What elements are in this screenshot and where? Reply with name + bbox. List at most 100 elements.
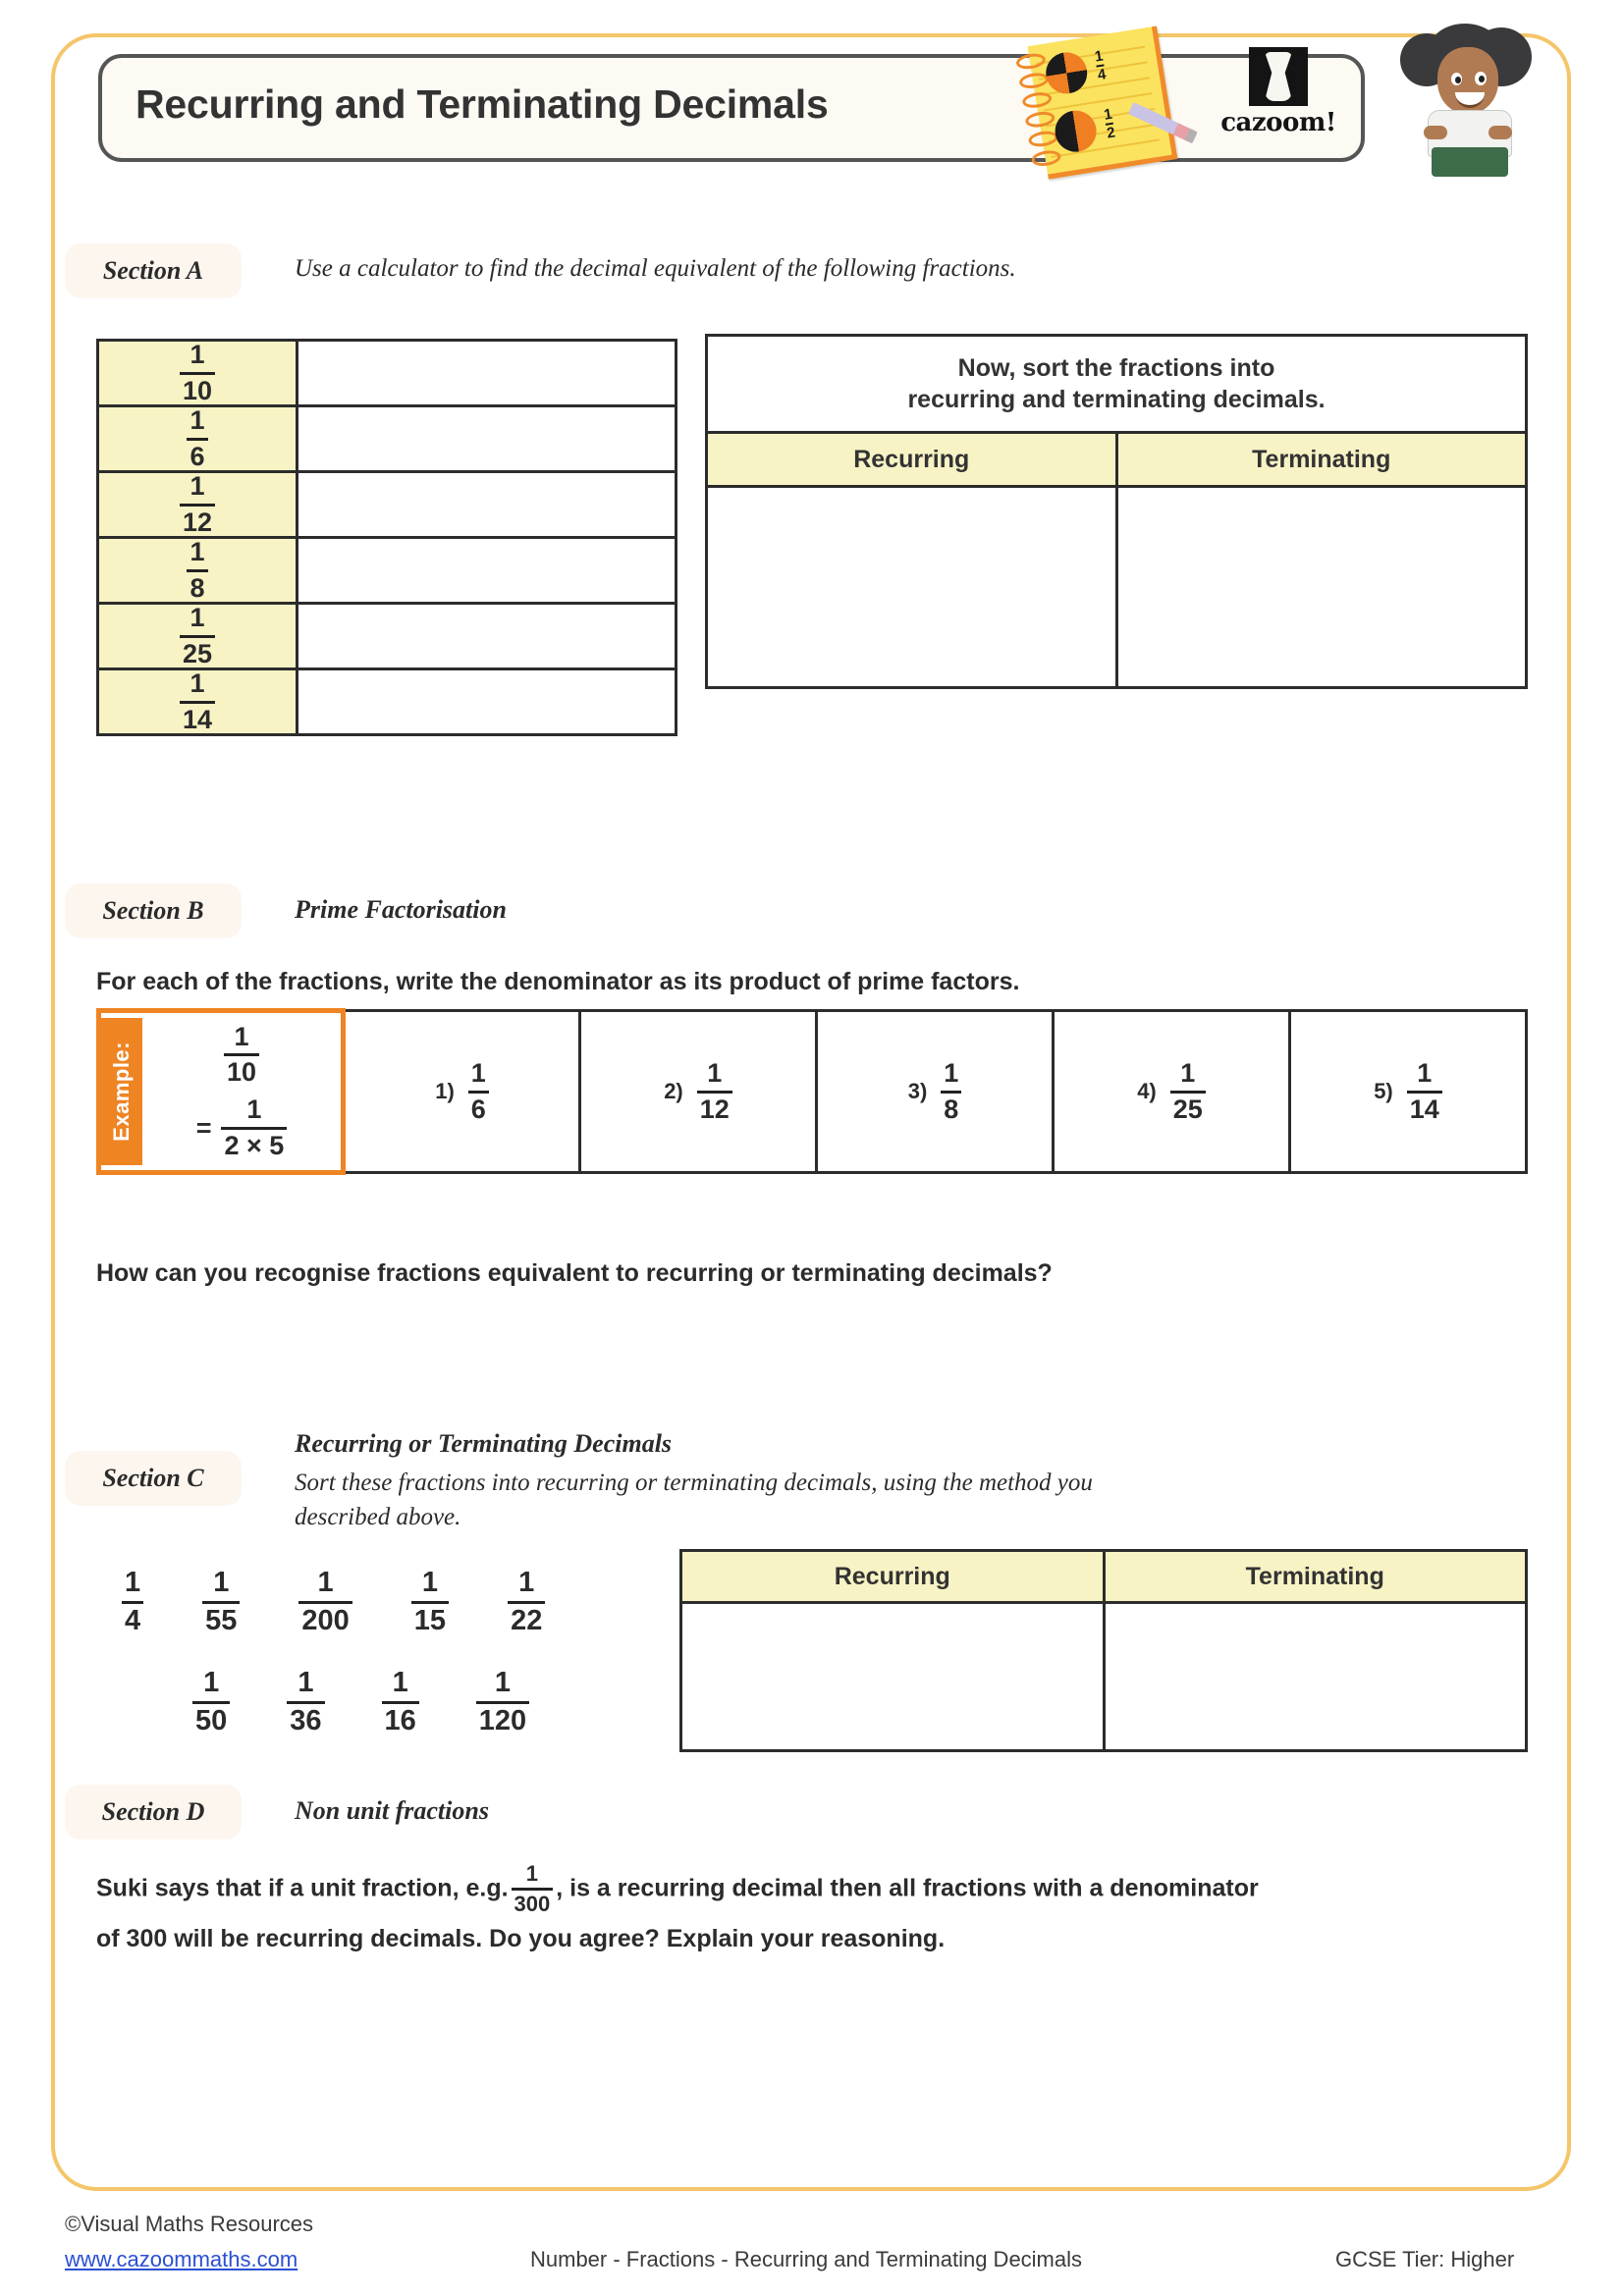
question-fraction: 1 14 xyxy=(1406,1057,1442,1124)
question-number: 5) xyxy=(1374,1079,1393,1103)
section-b-question-table: Example: 1 10 = 1 2 × 5 1) 1 6 2) 1 12 3… xyxy=(96,1008,1528,1175)
answer-cell[interactable] xyxy=(296,404,677,474)
answer-cell[interactable] xyxy=(296,338,677,408)
question-fraction: 1 8 xyxy=(941,1057,962,1124)
table-row: 1 10 xyxy=(96,338,677,408)
fraction: 1 22 xyxy=(508,1567,546,1636)
fraction-numerator: 1 xyxy=(189,537,205,567)
question-cell-4[interactable]: 4) 1 25 xyxy=(1052,1009,1291,1174)
answer-cell[interactable] xyxy=(296,470,677,540)
fraction-denominator: 14 xyxy=(1409,1094,1439,1124)
question-fraction: 1 25 xyxy=(1169,1057,1206,1124)
table-row: Now, sort the fractions into recurring a… xyxy=(705,334,1528,434)
question-number: 1) xyxy=(435,1079,455,1103)
fraction-numerator: 1 xyxy=(944,1057,959,1088)
table-row: 1 6 xyxy=(96,404,677,474)
fraction-denominator: 15 xyxy=(413,1604,447,1636)
question-number: 3) xyxy=(907,1079,928,1103)
section-d-question: Suki says that if a unit fraction, e.g. 1… xyxy=(96,1861,1530,1961)
fraction: 1 4 xyxy=(122,1567,144,1636)
example-fraction: 1 10 xyxy=(223,1023,260,1088)
section-b-follow-up: How can you recognise fractions equivale… xyxy=(96,1259,1053,1287)
fraction-numerator: 1 xyxy=(470,1057,486,1088)
footer-website-link[interactable]: www.cazoommaths.com xyxy=(65,2247,298,2272)
sort-prompt-line1: Now, sort the fractions into xyxy=(957,353,1275,382)
section-c-label: Section C xyxy=(102,1464,204,1492)
section-d-title: Non unit fractions xyxy=(295,1796,489,1825)
column-header-terminating: Terminating xyxy=(1102,1549,1528,1604)
fraction-denominator: 50 xyxy=(195,1704,228,1736)
fraction-numerator: 1 xyxy=(125,1567,141,1598)
fraction: 1 50 xyxy=(192,1668,231,1736)
fraction-numerator: 1 xyxy=(189,603,205,633)
section-d-text-after: , is a recurring decimal then all fracti… xyxy=(556,1874,1259,1902)
section-d-text-before: Suki says that if a unit fraction, e.g. xyxy=(96,1874,509,1902)
column-header-recurring: Recurring xyxy=(679,1549,1106,1604)
fraction-numerator: 1 xyxy=(213,1567,230,1598)
fraction-numerator: 1 xyxy=(1417,1057,1433,1088)
fraction-cell: 1 8 xyxy=(96,536,298,606)
recurring-answer-area[interactable] xyxy=(679,1601,1106,1752)
fraction-numerator: 1 xyxy=(494,1667,512,1698)
section-c-instruction-line2: described above. xyxy=(295,1504,461,1530)
section-c-fractions-row-1: 1 4 1 55 1 200 1 15 1 22 xyxy=(122,1567,546,1636)
fraction-numerator: 1 xyxy=(189,471,205,502)
answer-cell[interactable] xyxy=(296,536,677,606)
question-number: 2) xyxy=(664,1079,683,1103)
inline-fraction: 1 300 xyxy=(511,1861,554,1916)
answer-cell[interactable] xyxy=(296,667,677,737)
fraction-denominator: 25 xyxy=(1172,1094,1203,1124)
cazoom-wordmark: cazoom! xyxy=(1220,108,1336,137)
fraction-denominator: 2 × 5 xyxy=(224,1130,285,1160)
fraction-numerator: 1 xyxy=(189,668,205,699)
fraction-denominator: 6 xyxy=(470,1094,486,1124)
table-row: 1 14 xyxy=(96,667,677,737)
sort-prompt: Now, sort the fractions into recurring a… xyxy=(705,334,1528,434)
section-c-pill: Section C xyxy=(65,1451,242,1506)
fraction-denominator: 36 xyxy=(290,1704,322,1736)
question-fraction: 1 12 xyxy=(696,1057,732,1123)
question-cell-5[interactable]: 5) 1 14 xyxy=(1288,1009,1528,1174)
terminating-answer-area[interactable] xyxy=(1114,485,1528,689)
fraction-numerator: 1 xyxy=(707,1057,723,1088)
fraction-denominator: 55 xyxy=(205,1604,238,1636)
fraction-denominator: 16 xyxy=(384,1704,416,1736)
question-cell-3[interactable]: 3) 1 8 xyxy=(815,1009,1055,1174)
footer-topic: Number - Fractions - Recurring and Termi… xyxy=(530,2247,1083,2271)
table-row: 1 12 xyxy=(96,470,677,540)
example-body: 1 10 = 1 2 × 5 xyxy=(142,1018,341,1165)
fraction-numerator: 1 xyxy=(392,1667,408,1698)
terminating-answer-area[interactable] xyxy=(1102,1601,1528,1752)
section-a-fraction-table: 1 10 1 6 1 12 1 8 1 25 1 14 xyxy=(96,338,677,737)
fraction-denominator: 8 xyxy=(944,1094,959,1124)
section-a-sort-table: Now, sort the fractions into recurring a… xyxy=(705,334,1528,689)
section-c-instruction-line1: Sort these fractions into recurring or t… xyxy=(295,1469,1093,1496)
fraction-denominator: 10 xyxy=(182,375,213,405)
fraction-numerator: 1 xyxy=(518,1567,535,1598)
fraction: 1 15 xyxy=(410,1568,450,1636)
fraction-numerator: 1 xyxy=(1180,1057,1196,1088)
fraction-denominator: 14 xyxy=(182,704,213,734)
section-d-text-line2: of 300 will be recurring decimals. Do yo… xyxy=(96,1924,946,1952)
fraction-numerator: 1 xyxy=(189,340,205,369)
fraction-cell: 1 12 xyxy=(96,470,298,540)
section-a-instruction: Use a calculator to find the decimal equ… xyxy=(295,255,1016,282)
fraction-denominator: 4 xyxy=(125,1604,141,1636)
fraction-numerator: 1 xyxy=(298,1667,314,1698)
question-fraction: 1 6 xyxy=(467,1057,489,1124)
question-cell-1[interactable]: 1) 1 6 xyxy=(342,1009,581,1174)
section-b-pill: Section B xyxy=(65,883,242,938)
section-c-sort-table: Recurring Terminating xyxy=(679,1549,1528,1752)
fraction-denominator: 22 xyxy=(511,1604,543,1636)
fraction: 1 16 xyxy=(381,1667,419,1736)
fraction-numerator: 1 xyxy=(525,1861,539,1886)
recurring-answer-area[interactable] xyxy=(705,485,1118,689)
answer-cell[interactable] xyxy=(296,602,677,671)
fraction-denominator: 200 xyxy=(301,1604,350,1636)
fraction-denominator: 120 xyxy=(478,1704,527,1736)
fraction-numerator: 1 xyxy=(246,1095,262,1124)
question-cell-2[interactable]: 2) 1 12 xyxy=(578,1009,818,1174)
column-header-terminating: Terminating xyxy=(1114,431,1528,488)
cazoom-logo: cazoom! xyxy=(1216,47,1341,149)
fraction-denominator: 10 xyxy=(226,1057,257,1088)
